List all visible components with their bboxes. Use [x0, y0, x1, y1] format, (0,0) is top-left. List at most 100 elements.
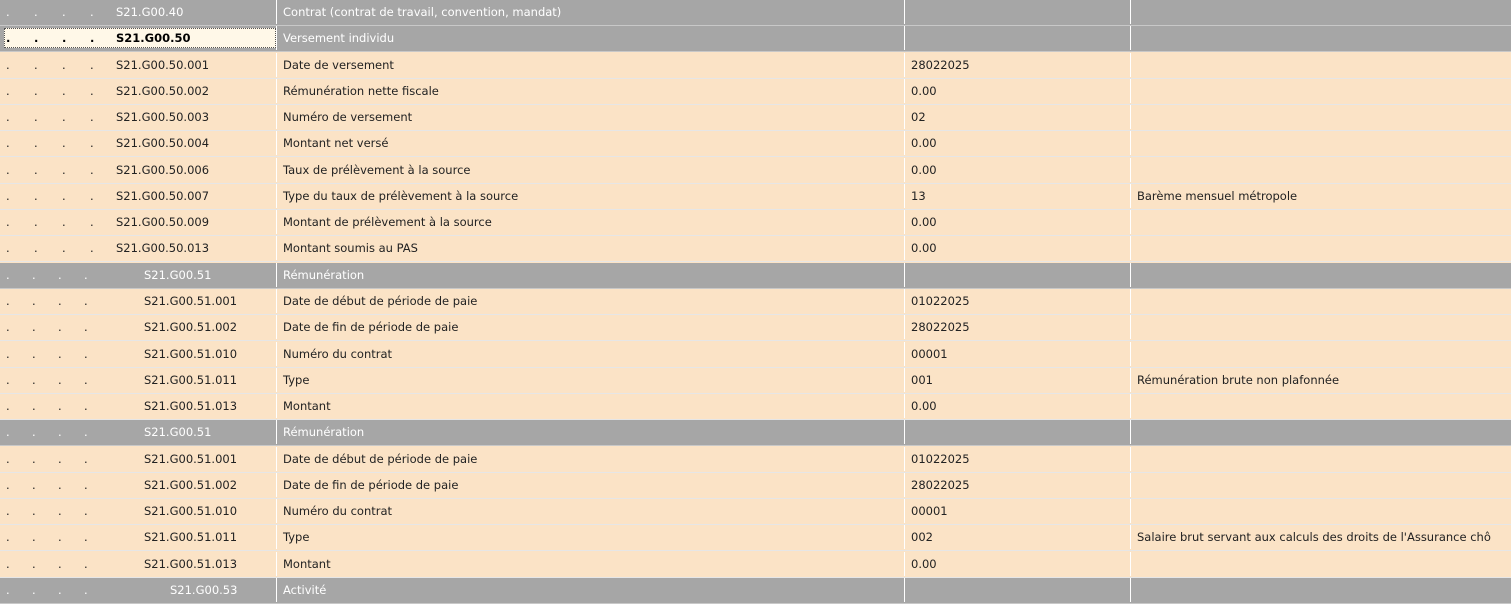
- row-label: Numéro du contrat: [276, 342, 904, 366]
- row-description: [1130, 342, 1511, 366]
- row-description: [1130, 552, 1511, 576]
- tree-field-row[interactable]: .... S21.G00.50.003 Numéro de versement 02: [0, 105, 1511, 131]
- row-code: S21.G00.50: [116, 31, 191, 45]
- indent-dots: ......: [6, 583, 88, 597]
- indent-dots: ....: [6, 58, 94, 72]
- row-label: Date de versement: [276, 53, 904, 77]
- row-description: [1130, 131, 1511, 155]
- dsn-tree-grid: .... S21.G00.40 Contrat (contrat de travai…: [0, 0, 1511, 604]
- row-code: S21.G00.50.001: [116, 58, 210, 72]
- row-code: S21.G00.50.009: [116, 215, 210, 229]
- tree-field-row[interactable]: .... S21.G00.50.007 Type du taux de prélèv…: [0, 184, 1511, 210]
- row-value: 28022025: [904, 315, 1130, 339]
- row-label: Montant: [276, 552, 904, 576]
- tree-group-row[interactable]: .... S21.G00.40 Contrat (contrat de travai…: [0, 0, 1511, 26]
- tree-field-row[interactable]: ..... S21.G00.51.013 Montant0.00: [0, 552, 1511, 578]
- row-value: 01022025: [904, 447, 1130, 471]
- indent-dots: .....: [6, 557, 88, 571]
- row-code: S21.G00.51: [144, 425, 212, 439]
- row-description: [1130, 499, 1511, 523]
- row-label: Date de fin de période de paie: [276, 473, 904, 497]
- tree-field-row[interactable]: .... S21.G00.50.004 Montant net versé 0.00: [0, 131, 1511, 157]
- row-code: S21.G00.50.006: [116, 163, 210, 177]
- row-code: S21.G00.51.011: [144, 530, 238, 544]
- row-description: [1130, 394, 1511, 418]
- row-value: 0.00: [904, 131, 1130, 155]
- indent-dots: .....: [6, 478, 88, 492]
- row-value: 0.00: [904, 552, 1130, 576]
- tree-group-row[interactable]: ..... S21.G00.51 Rémunération: [0, 420, 1511, 446]
- tree-field-row[interactable]: .... S21.G00.50.002 Rémunération nette fis…: [0, 79, 1511, 105]
- tree-field-row[interactable]: ..... S21.G00.51.011 Type001Rémunération b…: [0, 368, 1511, 394]
- row-value: 02: [904, 105, 1130, 129]
- row-value: 0.00: [904, 79, 1130, 103]
- row-code: S21.G00.50.013: [116, 241, 210, 255]
- row-description: [1130, 578, 1511, 602]
- indent-dots: ....: [6, 110, 94, 124]
- row-label: Date de fin de période de paie: [276, 315, 904, 339]
- row-label: Montant: [276, 394, 904, 418]
- tree-field-row[interactable]: .... S21.G00.50.006 Taux de prélèvement à …: [0, 158, 1511, 184]
- row-label: Activité: [276, 578, 904, 602]
- row-label: Rémunération nette fiscale: [276, 79, 904, 103]
- tree-field-row[interactable]: ..... S21.G00.51.001 Date de début de péri…: [0, 289, 1511, 315]
- indent-dots: .....: [6, 425, 88, 439]
- row-label: Type: [276, 368, 904, 392]
- tree-group-row[interactable]: .... S21.G00.50 Versement individu: [0, 26, 1511, 52]
- row-code: S21.G00.51.002: [144, 478, 238, 492]
- tree-group-row[interactable]: ...... S21.G00.53 Activité: [0, 578, 1511, 604]
- row-value: 00001: [904, 342, 1130, 366]
- indent-dots: .....: [6, 373, 88, 387]
- tree-field-row[interactable]: ..... S21.G00.51.010 Numéro du contrat0000…: [0, 499, 1511, 525]
- row-value: 0.00: [904, 210, 1130, 234]
- indent-dots: ....: [6, 189, 94, 203]
- row-value: [904, 420, 1130, 444]
- row-code: S21.G00.51.001: [144, 452, 238, 466]
- row-value: [904, 263, 1130, 287]
- tree-field-row[interactable]: ..... S21.G00.51.011 Type002Salaire brut s…: [0, 525, 1511, 551]
- indent-dots: ....: [6, 241, 94, 255]
- row-label: Date de début de période de paie: [276, 289, 904, 313]
- row-description: [1130, 473, 1511, 497]
- row-label: Type du taux de prélèvement à la source: [276, 184, 904, 208]
- indent-dots: ....: [6, 31, 95, 45]
- tree-field-row[interactable]: ..... S21.G00.51.013 Montant0.00: [0, 394, 1511, 420]
- row-label: Montant net versé: [276, 131, 904, 155]
- row-code: S21.G00.51.011: [144, 373, 238, 387]
- tree-field-row[interactable]: .... S21.G00.50.001 Date de versement 28022…: [0, 53, 1511, 79]
- row-description: [1130, 236, 1511, 260]
- indent-dots: .....: [6, 320, 88, 334]
- indent-dots: .....: [6, 347, 88, 361]
- indent-dots: ....: [6, 215, 94, 229]
- tree-field-row[interactable]: ..... S21.G00.51.010 Numéro du contrat0000…: [0, 342, 1511, 368]
- indent-dots: .....: [6, 268, 88, 282]
- tree-field-row[interactable]: ..... S21.G00.51.002 Date de fin de périod…: [0, 473, 1511, 499]
- indent-dots: ....: [6, 163, 94, 177]
- row-value: [904, 578, 1130, 602]
- tree-group-row[interactable]: ..... S21.G00.51 Rémunération: [0, 263, 1511, 289]
- row-label: Contrat (contrat de travail, convention,…: [276, 0, 904, 24]
- row-description: [1130, 420, 1511, 444]
- indent-dots: .....: [6, 399, 88, 413]
- tree-field-row[interactable]: .... S21.G00.50.013 Montant soumis au PAS 0…: [0, 236, 1511, 262]
- row-value: 13: [904, 184, 1130, 208]
- row-label: Montant soumis au PAS: [276, 236, 904, 260]
- row-label: Montant de prélèvement à la source: [276, 210, 904, 234]
- tree-field-row[interactable]: ..... S21.G00.51.001 Date de début de péri…: [0, 447, 1511, 473]
- row-value: [904, 0, 1130, 24]
- row-label: Date de début de période de paie: [276, 447, 904, 471]
- row-label: Versement individu: [276, 26, 904, 50]
- indent-dots: ....: [6, 5, 94, 19]
- row-label: Type: [276, 525, 904, 549]
- row-code: S21.G00.50.003: [116, 110, 210, 124]
- row-code: S21.G00.51: [144, 268, 212, 282]
- row-label: Rémunération: [276, 420, 904, 444]
- row-description: [1130, 289, 1511, 313]
- row-description: [1130, 447, 1511, 471]
- row-description: [1130, 263, 1511, 287]
- row-code: S21.G00.51.013: [144, 399, 238, 413]
- tree-field-row[interactable]: .... S21.G00.50.009 Montant de prélèvement…: [0, 210, 1511, 236]
- row-code: S21.G00.50.007: [116, 189, 210, 203]
- indent-dots: .....: [6, 530, 88, 544]
- tree-field-row[interactable]: ..... S21.G00.51.002 Date de fin de périod…: [0, 315, 1511, 341]
